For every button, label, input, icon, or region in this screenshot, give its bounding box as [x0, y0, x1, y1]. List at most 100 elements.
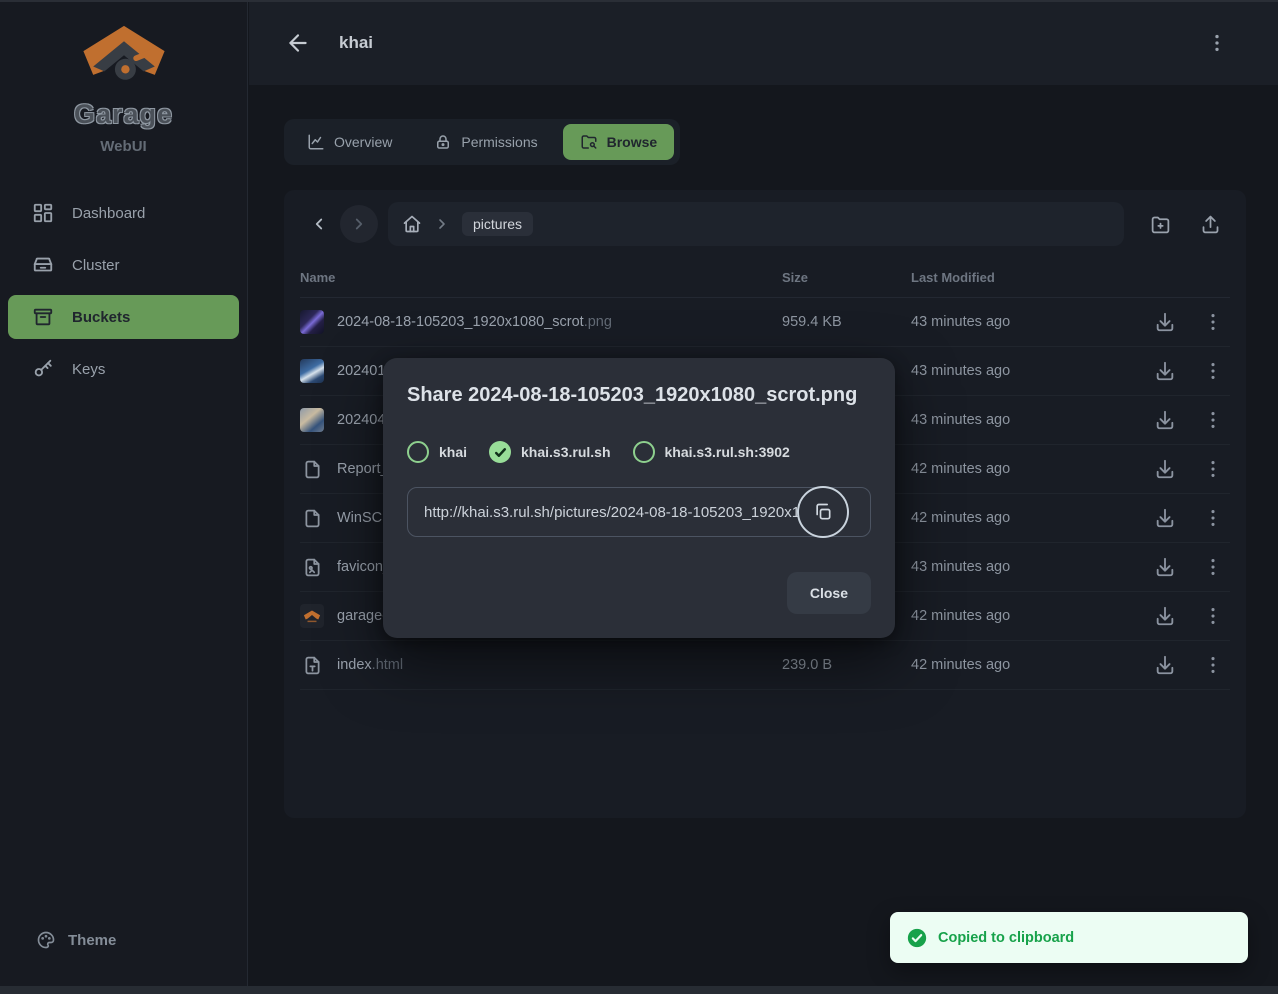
bucket-tabs: Overview Permissions Browse	[284, 119, 680, 165]
share-url-row	[407, 487, 871, 537]
folder-search-icon	[580, 133, 598, 151]
file-extension: .png	[584, 314, 612, 330]
download-icon[interactable]	[1154, 360, 1176, 382]
image-thumbnail	[300, 310, 324, 334]
row-kebab-menu-icon[interactable]	[1202, 556, 1224, 578]
file-modified: 43 minutes ago	[911, 412, 1141, 428]
share-modal-title: Share 2024-08-18-105203_1920x1080_scrot.…	[407, 384, 871, 407]
domain-option-khai-s3[interactable]: khai.s3.rul.sh	[489, 441, 610, 463]
download-icon[interactable]	[1154, 311, 1176, 333]
radio-unchecked-icon[interactable]	[407, 441, 429, 463]
sidebar-item-dashboard[interactable]: Dashboard	[8, 191, 239, 235]
window-top-edge	[0, 0, 1278, 2]
download-icon[interactable]	[1154, 654, 1176, 676]
garage-logo-icon	[82, 75, 166, 92]
file-size: 239.0 B	[782, 657, 911, 673]
app-root: Garage WebUI Dashboard Cluster Bucket	[0, 0, 1278, 994]
file-image-icon	[300, 555, 324, 579]
image-thumbnail	[300, 408, 324, 432]
domain-option-label: khai.s3.rul.sh	[521, 444, 610, 460]
sidebar-item-buckets[interactable]: Buckets	[8, 295, 239, 339]
domain-option-label: khai	[439, 444, 467, 460]
chart-line-icon	[307, 133, 325, 151]
back-arrow-icon[interactable]	[285, 30, 311, 56]
keys-icon	[32, 358, 54, 380]
toast-message: Copied to clipboard	[938, 930, 1074, 946]
page-header: khai	[249, 0, 1278, 85]
sidebar-item-label: Dashboard	[72, 205, 145, 222]
sidebar-item-label: Keys	[72, 361, 105, 378]
radio-checked-icon[interactable]	[489, 441, 511, 463]
radio-unchecked-icon[interactable]	[633, 441, 655, 463]
download-icon[interactable]	[1154, 507, 1176, 529]
toast-copied: Copied to clipboard	[890, 912, 1248, 963]
domain-option-khai-s3-3902[interactable]: khai.s3.rul.sh:3902	[633, 441, 790, 463]
row-kebab-menu-icon[interactable]	[1202, 311, 1224, 333]
nav-back-button[interactable]	[300, 205, 338, 243]
sidebar: Garage WebUI Dashboard Cluster Bucket	[0, 0, 248, 986]
row-kebab-menu-icon[interactable]	[1202, 360, 1224, 382]
cluster-icon	[32, 254, 54, 276]
theme-button[interactable]: Theme	[36, 930, 211, 950]
tab-overview[interactable]: Overview	[290, 124, 409, 160]
sidebar-item-cluster[interactable]: Cluster	[8, 243, 239, 287]
file-name: 2024-08-18-105203_1920x1080_scrot	[337, 314, 584, 330]
domain-option-label: khai.s3.rul.sh:3902	[665, 444, 790, 460]
domain-options: khai khai.s3.rul.sh khai.s3.rul.sh:3902	[407, 441, 871, 463]
download-icon[interactable]	[1154, 605, 1176, 627]
file-modified: 43 minutes ago	[911, 314, 1141, 330]
upload-button[interactable]	[1190, 204, 1230, 244]
domain-option-khai[interactable]: khai	[407, 441, 467, 463]
row-kebab-menu-icon[interactable]	[1202, 605, 1224, 627]
table-row[interactable]: 2024-08-18-105203_1920x1080_scrot.png 95…	[300, 298, 1230, 347]
dashboard-icon	[32, 202, 54, 224]
file-extension: .html	[372, 657, 403, 673]
close-button[interactable]: Close	[787, 572, 871, 614]
nav-forward-button[interactable]	[340, 205, 378, 243]
sidebar-item-label: Buckets	[72, 309, 130, 326]
download-icon[interactable]	[1154, 458, 1176, 480]
sidebar-nav: Dashboard Cluster Buckets Keys	[0, 191, 247, 391]
file-modified: 42 minutes ago	[911, 461, 1141, 477]
image-thumbnail	[300, 359, 324, 383]
file-icon	[300, 506, 324, 530]
row-kebab-menu-icon[interactable]	[1202, 507, 1224, 529]
breadcrumb-folder-pictures[interactable]: pictures	[462, 212, 533, 236]
file-text-icon	[300, 653, 324, 677]
file-icon	[300, 457, 324, 481]
download-icon[interactable]	[1154, 556, 1176, 578]
tab-label: Permissions	[461, 134, 537, 150]
lock-icon	[434, 133, 452, 151]
column-header-modified: Last Modified	[911, 270, 1141, 285]
header-kebab-menu-icon[interactable]	[1206, 32, 1228, 54]
file-name: index	[337, 657, 372, 673]
home-icon[interactable]	[402, 214, 422, 234]
bottom-scrollbar-track[interactable]	[0, 986, 1278, 994]
download-icon[interactable]	[1154, 409, 1176, 431]
logo-block: Garage WebUI	[0, 0, 247, 155]
table-row[interactable]: index.html 239.0 B 42 minutes ago	[300, 641, 1230, 690]
tab-permissions[interactable]: Permissions	[417, 124, 554, 160]
copy-url-button[interactable]	[797, 486, 849, 538]
app-logo-title: Garage	[0, 99, 247, 130]
palette-icon	[36, 930, 56, 950]
page-title: khai	[339, 33, 373, 53]
file-size: 959.4 KB	[782, 314, 911, 330]
tab-browse[interactable]: Browse	[563, 124, 675, 160]
tab-label: Browse	[607, 134, 658, 150]
success-check-icon	[907, 928, 927, 948]
file-modified: 42 minutes ago	[911, 608, 1141, 624]
row-kebab-menu-icon[interactable]	[1202, 409, 1224, 431]
row-kebab-menu-icon[interactable]	[1202, 654, 1224, 676]
column-header-size: Size	[782, 270, 911, 285]
sidebar-footer: Theme	[0, 930, 247, 986]
row-kebab-menu-icon[interactable]	[1202, 458, 1224, 480]
share-modal: Share 2024-08-18-105203_1920x1080_scrot.…	[383, 358, 895, 638]
file-modified: 42 minutes ago	[911, 510, 1141, 526]
toolbar-actions	[1140, 204, 1230, 244]
new-folder-button[interactable]	[1140, 204, 1180, 244]
sidebar-item-keys[interactable]: Keys	[8, 347, 239, 391]
buckets-icon	[32, 306, 54, 328]
file-modified: 43 minutes ago	[911, 559, 1141, 575]
modal-footer: Close	[407, 572, 871, 614]
